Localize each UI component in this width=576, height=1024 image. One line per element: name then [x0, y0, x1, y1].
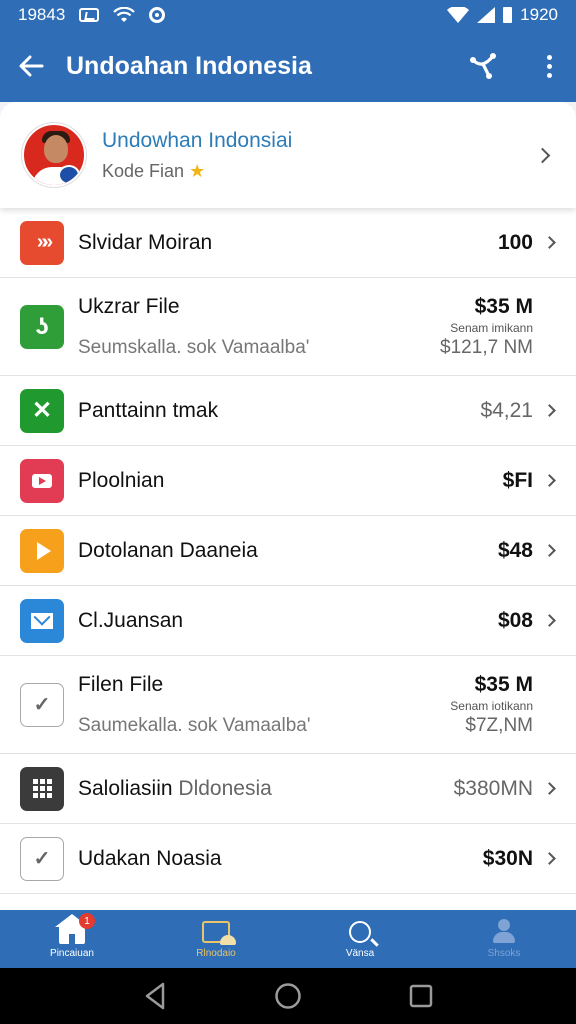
item-title: Udakan Noasia	[78, 846, 222, 870]
list-item[interactable]: ✓ Filen File Saumekalla. sok Vamaalba' $…	[0, 656, 576, 754]
list-item[interactable]: Ploolnian $FI	[0, 446, 576, 516]
avatar	[22, 123, 86, 187]
status-bar: 19843 1920	[0, 0, 576, 30]
content-area: Undowhan Indonsiai Kode Fian ★ »» Slvida…	[0, 102, 576, 910]
profile-name: Undowhan Indonsiai	[102, 128, 293, 152]
item-value: $35 M	[474, 672, 533, 696]
item-subtitle: Seumskalla. sok Vamaalba'	[78, 336, 310, 358]
list: »» Slvidar Moiran 100 ʖ Ukzrar File Seum…	[0, 208, 576, 894]
chevron-right-icon	[543, 544, 556, 557]
share-icon[interactable]	[469, 52, 497, 80]
item-value: $FI	[502, 468, 533, 492]
item-value: $48	[497, 538, 533, 562]
person-icon	[491, 919, 517, 945]
video-icon	[20, 458, 64, 503]
system-nav-bar	[0, 968, 576, 1024]
profile-subtitle: Kode Fian ★	[102, 160, 206, 181]
nav-label: Shsoks	[487, 948, 521, 959]
item-value: $35 M	[474, 294, 533, 318]
chevron-right-icon	[543, 852, 556, 865]
item-note: Senam imikann	[450, 320, 533, 335]
item-title: Cl.Juansan	[78, 608, 184, 632]
nav-label: Pincaiuan	[50, 948, 94, 959]
item-title: Ukzrar File	[78, 294, 180, 318]
item-title: Panttainn tmak	[78, 398, 219, 422]
sync-icon	[149, 7, 166, 23]
list-item[interactable]: Saloliasiin Dldonesia $380MN	[0, 754, 576, 824]
item-note: Senam iotikann	[450, 698, 533, 713]
check-icon: ✓	[20, 836, 64, 881]
star-icon: ★	[189, 160, 206, 181]
grid-icon	[20, 766, 64, 811]
check-icon: ✓	[20, 682, 64, 727]
nav-board[interactable]: Rlnodaio	[144, 910, 288, 968]
mail-icon	[20, 598, 64, 643]
item-title: Slvidar Moiran	[78, 230, 213, 254]
list-item[interactable]: ✕ Panttainn tmak $4,21	[0, 376, 576, 446]
nav-label: Rlnodaio	[196, 948, 236, 959]
back-arrow-icon[interactable]	[18, 55, 44, 77]
profile-card[interactable]: Undowhan Indonsiai Kode Fian ★	[0, 102, 576, 208]
item-secondary-value: $121,7 NM	[440, 336, 533, 358]
chevron-right-icon	[543, 236, 556, 249]
nav-profile[interactable]: Shsoks	[432, 910, 576, 968]
notification-badge: 1	[79, 913, 95, 929]
wifi-icon	[113, 7, 136, 22]
chevron-right-icon	[543, 404, 556, 417]
item-title: Filen File	[78, 672, 164, 696]
chevron-right-icon	[543, 614, 556, 627]
home-icon	[55, 914, 89, 944]
wifi-full-icon	[447, 7, 470, 23]
item-value: $08	[497, 608, 533, 632]
item-title: Saloliasiin Dldonesia	[78, 776, 272, 800]
app-title: Undoahan Indonesia	[66, 51, 312, 80]
item-title: Ploolnian	[78, 468, 165, 492]
nav-search[interactable]: Vänsa	[288, 910, 432, 968]
item-value: $30N	[482, 846, 533, 870]
item-value: $380MN	[453, 776, 533, 800]
item-title: Dotolanan Daaneia	[78, 538, 258, 562]
item-subtitle: Saumekalla. sok Vamaalba'	[78, 714, 311, 736]
chevron-right-icon	[543, 474, 556, 487]
item-value: 100	[497, 230, 533, 254]
app-bar: Undoahan Indonesia	[0, 30, 576, 102]
signal-icon	[477, 7, 496, 23]
system-home-icon[interactable]	[274, 982, 302, 1010]
nav-label: Vänsa	[345, 948, 375, 959]
status-time: 19843	[18, 5, 66, 24]
more-options-icon[interactable]	[547, 54, 552, 78]
scissors-icon: ʖ	[20, 304, 64, 349]
battery-icon	[503, 7, 513, 23]
notification-icon	[79, 8, 100, 22]
list-item[interactable]: Dotolanan Daaneia $48	[0, 516, 576, 586]
arrows-icon: »»	[20, 220, 64, 265]
search-icon	[349, 921, 371, 943]
system-recents-icon[interactable]	[409, 984, 433, 1008]
bottom-nav: 1 Pincaiuan Rlnodaio Vänsa Shsoks	[0, 910, 576, 968]
list-item[interactable]: Cl.Juansan $08	[0, 586, 576, 656]
list-item[interactable]: »» Slvidar Moiran 100	[0, 208, 576, 278]
close-icon: ✕	[20, 388, 64, 433]
item-secondary-value: $7Z,NM	[465, 714, 533, 736]
nav-home[interactable]: 1 Pincaiuan	[0, 910, 144, 968]
item-value: $4,21	[480, 398, 533, 422]
board-icon	[202, 921, 236, 945]
play-icon	[20, 528, 64, 573]
chevron-right-icon	[543, 782, 556, 795]
system-back-icon[interactable]	[143, 982, 167, 1010]
list-item[interactable]: ✓ Udakan Noasia $30N	[0, 824, 576, 894]
list-item[interactable]: ʖ Ukzrar File Seumskalla. sok Vamaalba' …	[0, 278, 576, 376]
status-right-time: 1920	[520, 5, 558, 24]
chevron-right-icon	[534, 147, 551, 163]
